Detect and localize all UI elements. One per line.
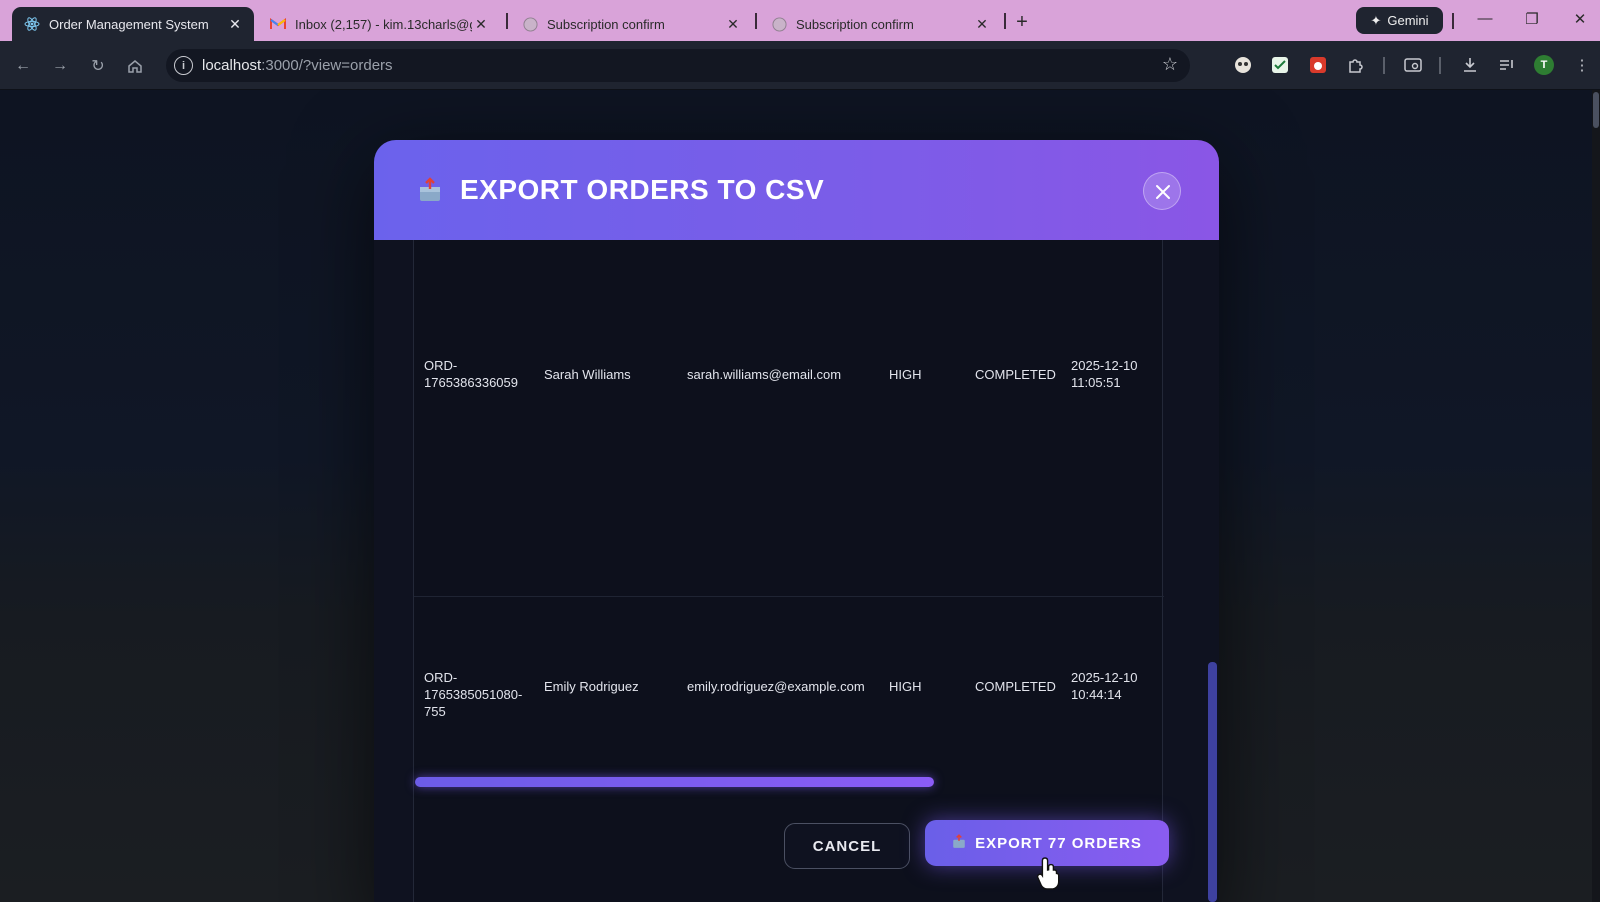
forward-arrow-icon[interactable]: →: [49, 55, 71, 77]
extensions-puzzle-icon[interactable]: [1345, 54, 1367, 76]
hand-cursor-icon: [1036, 856, 1066, 894]
toolbar-divider: [1383, 57, 1385, 74]
tab-title: Inbox (2,157) - kim.13charls@g: [295, 16, 472, 32]
tab-subscription-confirm-1[interactable]: Subscription confirm ✕: [510, 7, 752, 41]
tab-title: Order Management System: [49, 16, 209, 32]
horizontal-scrollbar-thumb[interactable]: [415, 777, 934, 787]
toolbar-divider: [1452, 13, 1454, 29]
minimize-icon[interactable]: —: [1474, 10, 1496, 27]
toolbar-divider: [1439, 57, 1441, 74]
customer-cell: Sarah Williams: [544, 367, 631, 382]
modal-header: EXPORT ORDERS TO CSV: [374, 140, 1219, 240]
tab-divider: [755, 13, 757, 29]
restore-icon[interactable]: ❐: [1521, 10, 1543, 28]
tab-title: Subscription confirm: [547, 16, 665, 32]
reload-icon[interactable]: ↻: [87, 55, 109, 77]
browser-toolbar: ← → ↻ i localhost:3000/?view=orders ☆ T …: [0, 41, 1600, 90]
status-cell: COMPLETED: [975, 367, 1056, 382]
profile-avatar[interactable]: T: [1534, 55, 1554, 75]
table-row: ORD- 1765385051080- 755 Emily Rodriguez …: [414, 596, 1164, 776]
close-tab-icon[interactable]: ✕: [472, 15, 490, 33]
export-modal: EXPORT ORDERS TO CSV ORD- 1765386336059 …: [374, 140, 1219, 902]
site-info-icon[interactable]: i: [174, 56, 193, 75]
tab-divider: [1004, 13, 1006, 29]
date-cell: 2025-12-10 10:44:14: [1071, 670, 1138, 702]
cancel-button[interactable]: CANCEL: [784, 823, 910, 869]
status-cell: COMPLETED: [975, 679, 1056, 694]
tab-subscription-confirm-2[interactable]: Subscription confirm ✕: [759, 7, 1001, 41]
close-icon: [1156, 185, 1170, 199]
gemini-button[interactable]: ✦ Gemini: [1356, 7, 1443, 34]
close-tab-icon[interactable]: ✕: [724, 15, 742, 33]
gmail-icon: [270, 16, 286, 32]
customer-cell: Emily Rodriguez: [544, 679, 639, 694]
table-horizontal-scrollbar[interactable]: [413, 776, 1155, 788]
export-box-icon: [952, 833, 966, 853]
home-icon[interactable]: [124, 55, 146, 77]
page-backdrop: EXPORT ORDERS TO CSV ORD- 1765386336059 …: [0, 90, 1600, 902]
page-scrollbar[interactable]: [1592, 90, 1600, 902]
export-box-icon: [418, 177, 442, 203]
extension-mask-icon[interactable]: [1232, 54, 1254, 76]
media-control-icon[interactable]: [1496, 54, 1518, 76]
date-cell: 2025-12-10 11:05:51: [1071, 358, 1138, 390]
modal-vertical-scrollbar-thumb[interactable]: [1208, 662, 1217, 902]
priority-cell: HIGH: [889, 367, 922, 382]
orders-preview-table: ORD- 1765386336059 Sarah Williams sarah.…: [413, 240, 1164, 902]
tab-title: Subscription confirm: [796, 16, 914, 32]
close-window-icon[interactable]: ✕: [1569, 10, 1591, 28]
gemini-label: Gemini: [1387, 13, 1429, 28]
globe-icon: [522, 16, 538, 32]
email-cell: sarah.williams@email.com: [687, 367, 842, 382]
close-modal-button[interactable]: [1143, 172, 1181, 210]
address-bar[interactable]: i localhost:3000/?view=orders ☆: [166, 49, 1190, 82]
globe-icon: [771, 16, 787, 32]
back-arrow-icon[interactable]: ←: [12, 55, 34, 77]
tab-inbox[interactable]: Inbox (2,157) - kim.13charls@g ✕: [258, 7, 500, 41]
tab-divider: [506, 13, 508, 29]
modal-title: EXPORT ORDERS TO CSV: [460, 174, 825, 205]
tab-order-management[interactable]: Order Management System ✕: [12, 7, 254, 41]
export-button-label: EXPORT 77 ORDERS: [975, 834, 1142, 852]
tab-search-icon[interactable]: [1402, 54, 1424, 76]
browser-tab-strip: Order Management System ✕ Inbox (2,157) …: [0, 0, 1600, 41]
close-tab-icon[interactable]: ✕: [226, 15, 244, 33]
url-text: localhost:3000/?view=orders: [202, 57, 393, 74]
priority-cell: HIGH: [889, 679, 922, 694]
page-scrollbar-thumb[interactable]: [1593, 92, 1599, 128]
extension-checkbox-icon[interactable]: [1269, 54, 1291, 76]
order-id-cell: ORD- 1765386336059: [424, 358, 518, 390]
order-id-cell: ORD- 1765385051080- 755: [424, 670, 523, 719]
react-icon: [24, 16, 40, 32]
close-tab-icon[interactable]: ✕: [973, 15, 991, 33]
sparkle-icon: ✦: [1370, 12, 1382, 28]
table-row: ORD- 1765386336059 Sarah Williams sarah.…: [414, 240, 1164, 596]
bookmark-star-icon[interactable]: ☆: [1162, 54, 1178, 75]
more-menu-icon[interactable]: ⋮: [1571, 54, 1593, 76]
email-cell: emily.rodriguez@example.com: [687, 679, 865, 694]
new-tab-plus-icon[interactable]: +: [1009, 9, 1035, 35]
extension-red-icon[interactable]: [1307, 54, 1329, 76]
download-icon[interactable]: [1459, 54, 1481, 76]
